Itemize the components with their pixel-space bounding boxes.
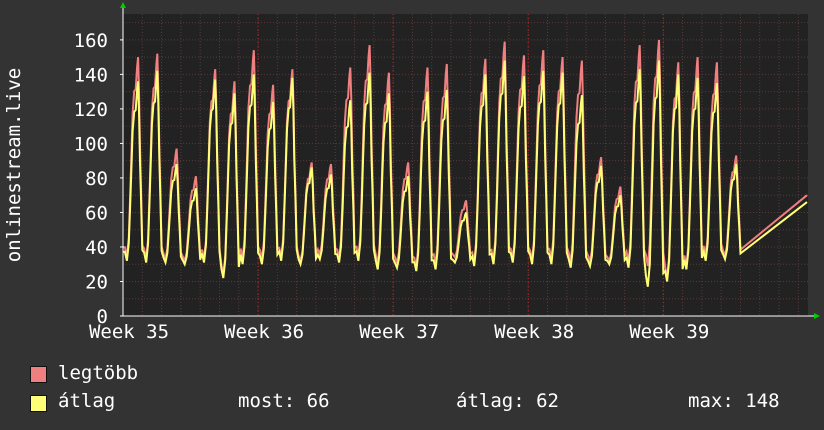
- legend-swatch-avg: [30, 395, 47, 412]
- stat-current: most: 66: [238, 390, 330, 412]
- y-tick-label: 140: [74, 64, 108, 86]
- y-tick-label: 100: [74, 133, 108, 155]
- legend-label-max: legtöbb: [58, 362, 139, 384]
- y-tick-label: 40: [85, 237, 108, 259]
- x-axis-arrow-icon: [814, 313, 820, 319]
- chart-panel: 0 20 40 60 80 100 120 140 160 Week 35 Week 36 Week …: [0, 0, 824, 430]
- stat-average: átlag: 62: [456, 390, 559, 412]
- x-tick-label: Week 36: [224, 321, 304, 343]
- plot-background: [123, 14, 808, 316]
- y-tick-label: 80: [85, 168, 108, 190]
- legend-label-avg: átlag: [58, 390, 116, 412]
- y-tick-label: 60: [85, 202, 108, 224]
- y-tick-label: 160: [74, 30, 108, 52]
- stat-maximum: max: 148: [688, 390, 780, 412]
- y-axis-arrow-icon: [120, 2, 126, 8]
- x-tick-label: Week 37: [359, 321, 439, 343]
- x-tick-label: Week 39: [629, 321, 709, 343]
- y-tick-label: 120: [74, 99, 108, 121]
- legend-swatch-max: [30, 366, 47, 383]
- y-tick-label: 20: [85, 271, 108, 293]
- x-tick-label: Week 38: [494, 321, 574, 343]
- x-tick-label: Week 35: [89, 321, 169, 343]
- y-axis-label: onlinestream.live: [3, 68, 25, 262]
